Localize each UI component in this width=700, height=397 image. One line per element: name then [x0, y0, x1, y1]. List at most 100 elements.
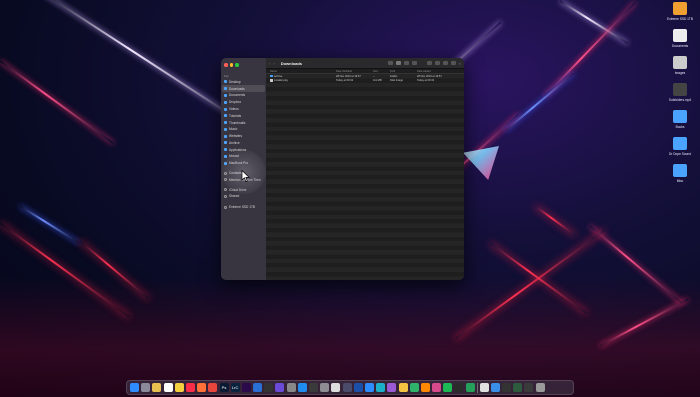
sidebar-item[interactable]: Archive	[221, 140, 266, 147]
pointer-cursor-icon	[241, 170, 250, 182]
app-blue-icon[interactable]	[253, 383, 263, 392]
column-kind[interactable]: Kind	[390, 70, 417, 73]
column-name[interactable]: Name	[270, 70, 336, 73]
app-yellow-icon[interactable]	[398, 383, 408, 392]
folder-icon	[673, 137, 687, 150]
vlc-icon[interactable]	[420, 383, 430, 392]
music-icon[interactable]	[185, 383, 195, 392]
column-size[interactable]: Size	[373, 70, 390, 73]
file-kind-cell: Disk Image	[390, 79, 403, 83]
icon-view-icon[interactable]	[387, 61, 393, 65]
share-icon[interactable]	[434, 61, 440, 65]
finder-toolbar: ‹ › Downloads ⌕	[266, 58, 464, 69]
sidebar-item[interactable]: Desktop	[221, 79, 266, 86]
sidebar-item[interactable]: Downloads	[222, 85, 265, 93]
sidebar-item[interactable]: Documents	[221, 92, 266, 99]
desktop-item[interactable]: Subfolders.mp4	[664, 83, 696, 102]
firefox-icon[interactable]	[197, 383, 207, 392]
photoshop-icon[interactable]: Ps	[219, 383, 229, 392]
sidebar-item[interactable]: Thumbnails	[221, 119, 266, 126]
sidebar-item[interactable]: Music	[221, 126, 266, 133]
app-dark2-icon[interactable]	[309, 383, 318, 392]
system-settings-icon[interactable]	[320, 383, 330, 392]
finder-icon[interactable]	[130, 383, 139, 392]
back-icon[interactable]: ‹	[269, 61, 270, 66]
photos-icon[interactable]	[152, 383, 162, 392]
screen-3-icon[interactable]	[524, 383, 534, 392]
column-date-modified[interactable]: Date Modified	[336, 70, 373, 73]
launchpad-icon[interactable]	[141, 383, 151, 392]
close-button[interactable]	[224, 63, 228, 67]
tag-dot-icon	[224, 188, 227, 192]
folder-icon	[224, 134, 227, 138]
app-light-icon[interactable]	[331, 383, 341, 392]
app-purple-icon[interactable]	[387, 383, 397, 392]
app-pink-icon[interactable]	[432, 383, 442, 392]
folder-icon	[224, 87, 227, 91]
desktop-item[interactable]: Dr Dope Sound	[664, 137, 696, 156]
app-gray-icon[interactable]	[286, 383, 296, 392]
doc-icon[interactable]	[479, 383, 489, 392]
sidebar-item-label: Dropbox	[229, 100, 242, 105]
app-teal-icon[interactable]	[376, 383, 386, 392]
wallpaper-floor-glow	[0, 277, 700, 397]
file-row[interactable]: installer.pkg Today at 09:43 111 MB Disk Im…	[266, 78, 464, 82]
tag-dot-icon	[224, 194, 227, 198]
lrc-icon[interactable]: LrC	[230, 383, 240, 392]
desktop-item[interactable]: Images	[664, 56, 696, 75]
wallpaper-streak	[19, 205, 80, 244]
app-green2-icon[interactable]	[465, 383, 475, 392]
video-icon	[673, 83, 687, 96]
minimize-button[interactable]	[229, 63, 233, 67]
chrome-icon[interactable]	[208, 383, 218, 392]
sidebar-item[interactable]: Tutorials	[221, 112, 266, 119]
notes-icon[interactable]	[174, 383, 184, 392]
sidebar-item[interactable]: Dropbox	[221, 99, 266, 106]
app-multi-icon[interactable]	[275, 383, 285, 392]
sidebar-item-label: Shared	[229, 194, 240, 199]
sidebar-item[interactable]: Extreme SSD 1TB	[221, 204, 266, 211]
app-lines-icon[interactable]	[342, 383, 352, 392]
app-dark-icon[interactable]	[264, 383, 274, 392]
premiere-icon[interactable]	[241, 383, 251, 392]
screen-1-icon[interactable]	[501, 383, 511, 392]
app-store-icon[interactable]	[297, 383, 307, 392]
finder-main: ‹ › Downloads ⌕ Name Date Modified Size …	[266, 58, 464, 280]
folder-icon	[224, 148, 227, 152]
sidebar-item[interactable]: Websites	[221, 133, 266, 140]
downloads-stack-icon[interactable]	[490, 383, 500, 392]
zoom-button[interactable]	[235, 63, 239, 67]
dock: Ps LrC	[126, 380, 574, 395]
action-icon[interactable]	[450, 61, 456, 65]
folder-icon	[224, 121, 227, 125]
search-icon[interactable]: ⌕	[459, 61, 461, 66]
gallery-view-icon[interactable]	[411, 61, 417, 65]
desktop-item[interactable]: Books	[664, 110, 696, 129]
document-icon	[673, 29, 687, 42]
file-name: archive	[274, 74, 283, 78]
desktop-item-label: Misc	[676, 179, 684, 183]
app-green-icon[interactable]	[409, 383, 419, 392]
desktop-item[interactable]: Misc	[664, 164, 696, 183]
zoom-icon[interactable]	[364, 383, 374, 392]
column-date-added[interactable]: Date Added	[417, 70, 447, 73]
column-view-icon[interactable]	[403, 61, 409, 65]
sidebar-item[interactable]: Shared	[221, 193, 266, 200]
folder-icon	[224, 93, 227, 97]
sidebar-item[interactable]: Videos	[221, 106, 266, 113]
spotify-icon[interactable]	[443, 383, 453, 392]
desktop-item[interactable]: Extreme SSD 1TB	[664, 2, 696, 21]
sidebar-item-label: Downloads	[229, 86, 245, 91]
list-view-icon[interactable]	[395, 61, 401, 65]
dock-separator	[476, 382, 478, 393]
desktop-item[interactable]: Documents	[664, 29, 696, 48]
app-blue2-icon[interactable]	[353, 383, 363, 392]
forward-icon[interactable]: ›	[273, 61, 274, 66]
group-icon[interactable]	[426, 61, 432, 65]
trash-icon[interactable]	[535, 383, 545, 392]
screen-2-icon[interactable]	[513, 383, 523, 392]
app-dark3-icon[interactable]	[454, 383, 464, 392]
tag-icon[interactable]	[442, 61, 448, 65]
calendar-icon[interactable]	[163, 383, 173, 392]
wallpaper-streak	[544, 1, 637, 97]
